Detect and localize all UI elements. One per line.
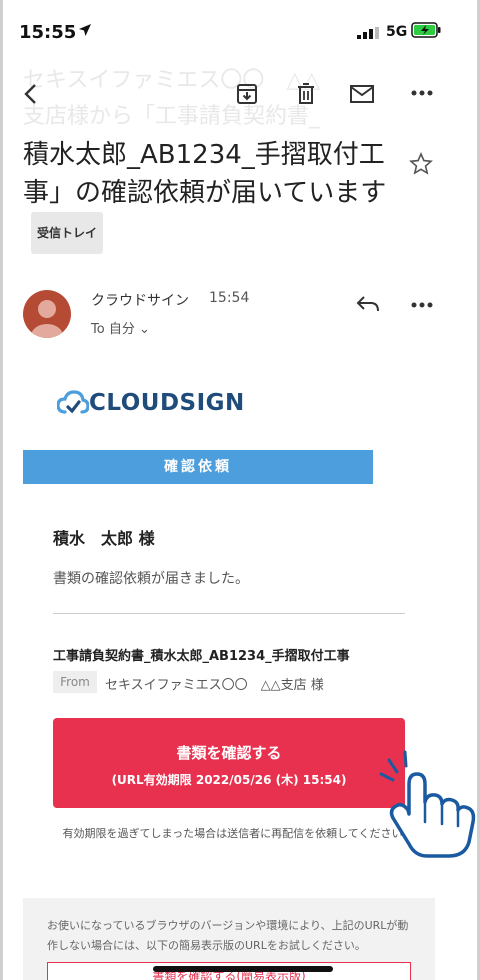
cellular-signal-icon (357, 27, 379, 39)
trash-icon[interactable] (295, 82, 317, 106)
email-subject-text: 積水太郎_AB1234_手摺取付工事」の確認依頼が届いています (23, 140, 387, 208)
sender-avatar[interactable] (23, 290, 71, 338)
status-bar: 15:55 5G (3, 0, 477, 64)
network-type: 5G (386, 24, 408, 40)
expiry-note: 有効期限を過ぎてしまった場合は送信者に再配信を依頼してください。 (62, 827, 414, 840)
confirmation-request-banner: 確認依頼 (23, 450, 373, 484)
tap-hand-icon (379, 750, 476, 858)
status-time: 15:55 (19, 22, 77, 43)
confirm-document-button[interactable]: 書類を確認する (URL有効期限 2022/05/26 (木) 15:54) (53, 718, 405, 808)
message-more-icon[interactable] (411, 302, 433, 308)
confirm-button-label: 書類を確認する (176, 744, 282, 762)
cloudsign-logo-icon (57, 390, 89, 414)
divider (53, 613, 405, 614)
battery-charging-icon (411, 22, 441, 38)
reply-icon[interactable] (355, 294, 381, 314)
recipient-dropdown[interactable]: To 自分 ⌄ (91, 318, 150, 337)
phone-screen: 15:55 5G セキスイファミエス〇〇 △△ 支店様から「工事請負契約書_ 積… (0, 0, 480, 980)
scrolled-subject-ghost-2: 支店様から「工事請負契約書_ (23, 104, 321, 129)
inbox-label-badge[interactable]: 受信トレイ (31, 212, 104, 254)
mail-icon[interactable] (349, 84, 375, 104)
back-arrow-icon[interactable] (19, 82, 43, 106)
document-title: 工事請負契約書_積水太郎_AB1234_手摺取付工事 (53, 649, 350, 664)
intro-message: 書類の確認依頼が届きました。 (53, 571, 249, 587)
star-icon[interactable] (409, 152, 433, 176)
confirm-button-expiry: (URL有効期限 2022/05/26 (木) 15:54) (111, 773, 347, 787)
home-indicator[interactable] (153, 966, 333, 972)
scrolled-subject-ghost: セキスイファミエス〇〇 △△ (23, 68, 321, 93)
person-silhouette-icon (31, 300, 63, 338)
email-subject: 積水太郎_AB1234_手摺取付工事」の確認依頼が届いています受信トレイ (23, 136, 403, 254)
from-label: From (53, 671, 97, 693)
from-value: セキスイファミエス〇〇 △△支店 様 (105, 678, 324, 693)
more-options-icon[interactable] (411, 90, 433, 96)
archive-icon[interactable] (235, 82, 259, 106)
location-arrow-icon (79, 24, 91, 36)
recipient-name: 積水 太郎 様 (53, 529, 155, 548)
browser-note: お使いになっているブラウザのバージョンや環境により、上記のURLが動作しない場合… (47, 919, 409, 952)
cloudsign-logo-text: CLOUDSIGN (89, 390, 245, 416)
sender-name: クラウドサイン (91, 293, 189, 309)
sender-time: 15:54 (209, 290, 250, 306)
